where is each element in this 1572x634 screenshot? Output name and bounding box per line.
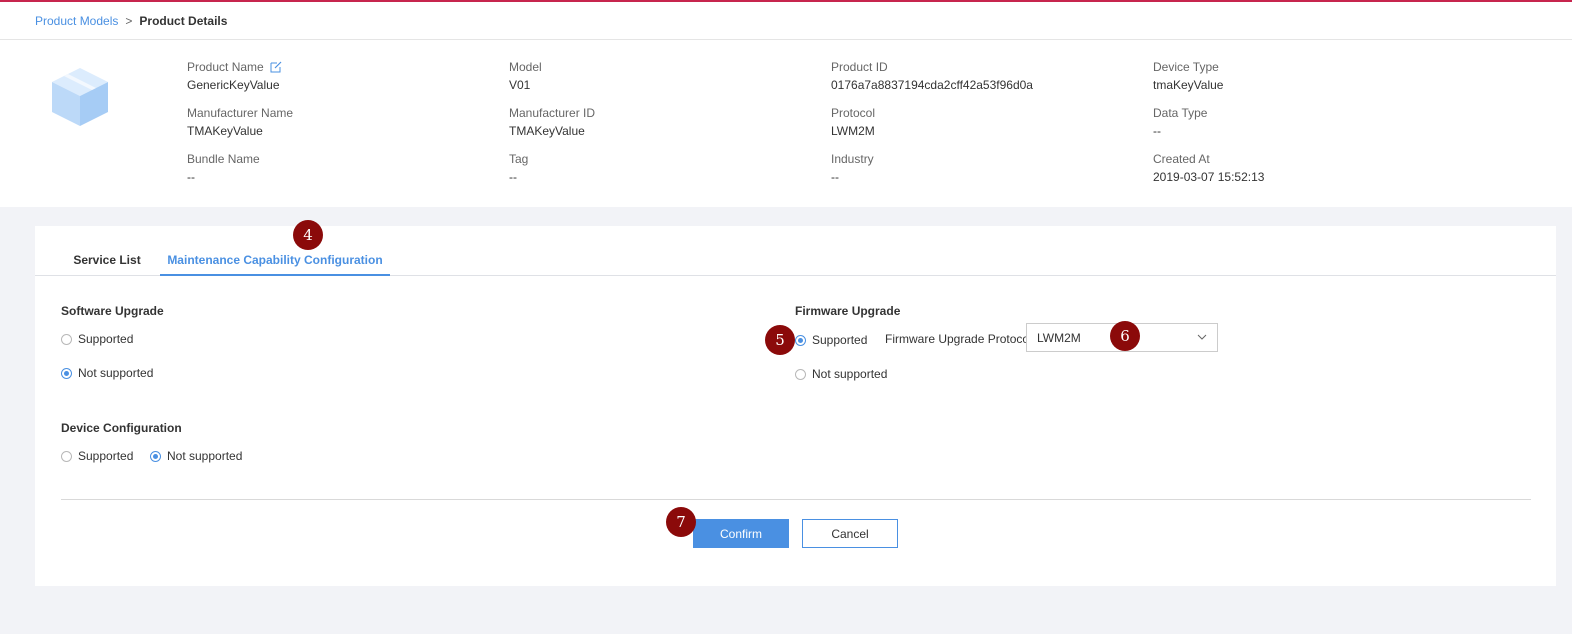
radio-circle [61,367,72,379]
created-at-label: Created At [1153,152,1210,166]
data-type-value: -- [1153,124,1161,138]
firmware-upgrade-supported-label: Supported [812,333,868,347]
data-type-label: Data Type [1153,106,1208,120]
product-name-label: Product Name [187,60,264,74]
device-config-not-supported-label: Not supported [167,449,243,463]
radio-circle [61,450,72,462]
device-type-label: Device Type [1153,60,1219,74]
step-marker-7: 7 [666,507,696,537]
product-name-value: GenericKeyValue [187,78,280,92]
device-config-not-supported-radio[interactable]: Not supported [150,449,242,463]
product-cube-icon [52,68,108,126]
tag-label: Tag [509,152,529,166]
product-id-label: Product ID [831,60,888,74]
device-config-supported-label: Supported [78,449,134,463]
field-device-type: Device Type tmaKeyValue [1153,60,1453,92]
model-value: V01 [509,78,531,92]
field-protocol: Protocol LWM2M [831,106,1131,138]
maintenance-panel: Service List Maintenance Capability Conf… [35,226,1556,586]
firmware-upgrade-not-supported-radio[interactable]: Not supported [795,367,887,381]
device-configuration-title: Device Configuration [61,421,182,435]
step-marker-6: 6 [1110,321,1140,351]
software-upgrade-title: Software Upgrade [61,304,164,318]
field-industry: Industry -- [831,152,1131,184]
radio-circle [61,333,72,345]
tag-value: -- [509,170,517,184]
manufacturer-name-value: TMAKeyValue [187,124,263,138]
field-data-type: Data Type -- [1153,106,1453,138]
field-bundle-name: Bundle Name -- [187,152,487,184]
breadcrumb-product-models-link[interactable]: Product Models [35,14,118,28]
step-marker-5: 5 [765,325,795,355]
field-manufacturer-name: Manufacturer Name TMAKeyValue [187,106,487,138]
device-type-value: tmaKeyValue [1153,78,1224,92]
field-created-at: Created At 2019-03-07 15:52:13 [1153,152,1453,184]
firmware-upgrade-protocol-label: Firmware Upgrade Protocol [885,332,1032,346]
field-tag: Tag -- [509,152,809,184]
software-upgrade-not-supported-label: Not supported [78,366,154,380]
industry-value: -- [831,170,839,184]
breadcrumb: Product Models > Product Details [0,2,1572,40]
industry-label: Industry [831,152,874,166]
edit-icon[interactable] [270,61,282,73]
software-upgrade-supported-radio[interactable]: Supported [61,332,133,346]
tab-bar: Service List Maintenance Capability Conf… [35,226,1556,276]
tab-service-list[interactable]: Service List [61,244,153,276]
breadcrumb-current: Product Details [139,13,228,28]
firmware-upgrade-title: Firmware Upgrade [795,304,901,318]
radio-circle [150,450,161,462]
field-product-id: Product ID 0176a7a8837194cda2cff42a53f96… [831,60,1131,92]
divider [61,499,1531,500]
bundle-name-label: Bundle Name [187,152,260,166]
field-product-name: Product Name GenericKeyValue [187,60,487,92]
firmware-protocol-value: LWM2M [1037,330,1081,345]
model-label: Model [509,60,542,74]
manufacturer-id-label: Manufacturer ID [509,106,596,120]
field-model: Model V01 [509,60,809,92]
created-at-value: 2019-03-07 15:52:13 [1153,170,1265,184]
protocol-value: LWM2M [831,124,875,138]
bundle-name-value: -- [187,170,195,184]
chevron-down-icon [1197,334,1207,340]
manufacturer-name-label: Manufacturer Name [187,106,294,120]
product-id-value: 0176a7a8837194cda2cff42a53f96d0a [831,78,1033,92]
firmware-upgrade-supported-radio[interactable]: Supported [795,333,867,347]
radio-circle [795,334,806,346]
breadcrumb-separator: > [125,13,133,28]
firmware-upgrade-not-supported-label: Not supported [812,367,888,381]
field-manufacturer-id: Manufacturer ID TMAKeyValue [509,106,809,138]
cancel-button[interactable]: Cancel [802,519,898,548]
tab-maintenance-capability[interactable]: Maintenance Capability Configuration [160,244,390,276]
software-upgrade-not-supported-radio[interactable]: Not supported [61,366,153,380]
confirm-button[interactable]: Confirm [693,519,789,548]
radio-circle [795,368,806,380]
product-info-section: Product Name GenericKeyValue Model V01 P… [0,40,1572,207]
protocol-label: Protocol [831,106,876,120]
step-marker-4: 4 [293,220,323,250]
software-upgrade-supported-label: Supported [78,332,134,346]
device-config-supported-radio[interactable]: Supported [61,449,133,463]
manufacturer-id-value: TMAKeyValue [509,124,585,138]
